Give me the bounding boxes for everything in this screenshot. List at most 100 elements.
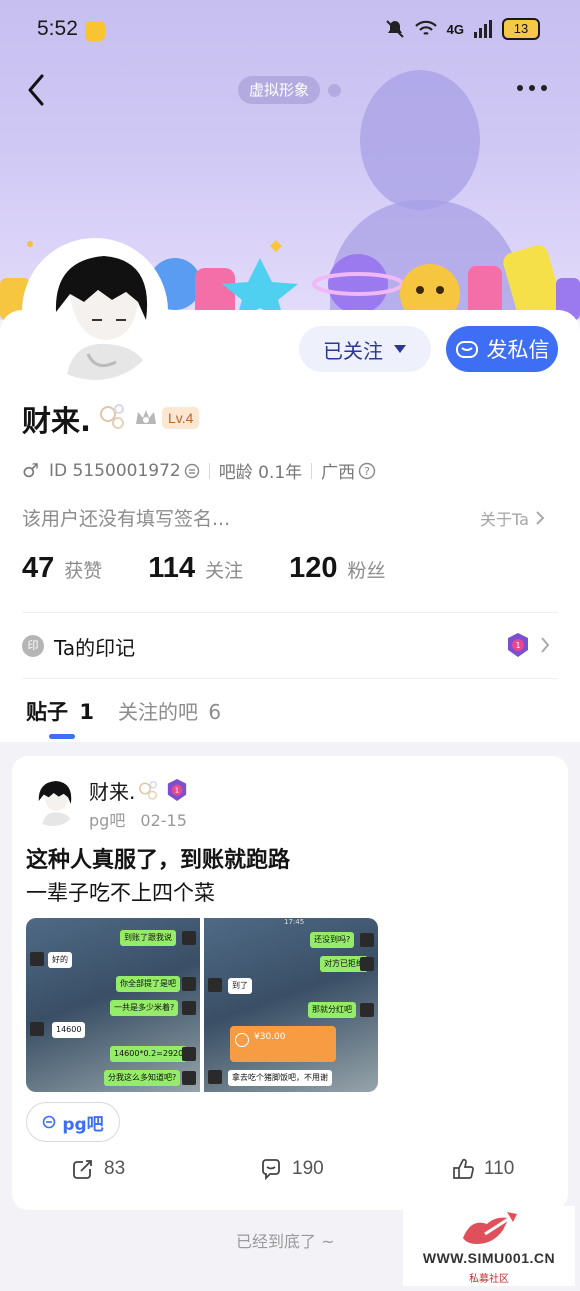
post-title: 这种人真服了，到账就跑路 <box>26 848 291 873</box>
chat-bubble: 拿去吃个猪脚饭吧，不用谢 <box>228 1070 332 1086</box>
watermark-subtitle: 私募社区 <box>469 1274 509 1285</box>
post-source-line: pg吧 02-15 <box>89 807 187 831</box>
tab-posts[interactable]: 贴子 1 <box>26 696 94 726</box>
chat-avatar <box>208 978 222 992</box>
stat-likes-count: 47 <box>22 552 55 584</box>
post-image-1[interactable]: 到账了跟我说 好的 你全部提了是吧 一共是多少米着? 14600 14600*0… <box>26 918 200 1092</box>
stat-likes-label: 获赞 <box>64 560 103 582</box>
virtual-avatar-silhouette-head <box>360 70 480 210</box>
profile-stats: 47 获赞 114 关注 120 粉丝 <box>22 552 432 585</box>
tab-posts-label: 贴子 <box>26 700 68 724</box>
post-author-avatar[interactable] <box>28 776 78 826</box>
stat-following-count: 114 <box>148 552 196 584</box>
chat-bubble: 你全部提了是吧 <box>116 976 180 992</box>
bar-age: 吧龄 0.1年 <box>218 463 303 483</box>
chat-avatar <box>182 1001 196 1015</box>
seal-row[interactable]: 印 Ta的印记 1 <box>22 630 558 662</box>
chat-time: 17:45 <box>284 918 305 926</box>
tab-followed-bars[interactable]: 关注的吧 6 <box>118 696 221 725</box>
wifi-icon <box>414 20 437 35</box>
stat-fans-label: 粉丝 <box>347 560 386 582</box>
status-time: 5:52 <box>37 17 78 40</box>
stat-following[interactable]: 114 关注 <box>148 552 243 585</box>
tab-active-indicator <box>49 734 75 739</box>
watermark: WWW.SIMU001.CN 私募社区 <box>403 1206 575 1286</box>
chevron-right-icon <box>536 511 545 525</box>
comment-action[interactable]: 190 <box>260 1158 324 1180</box>
post-author-name[interactable]: 财来. <box>89 776 135 805</box>
stat-likes[interactable]: 47 获赞 <box>22 552 102 585</box>
battery-indicator: 13 <box>502 18 540 40</box>
bubble-decoration-icon <box>139 781 157 800</box>
more-options-icon[interactable] <box>512 78 552 98</box>
back-chevron-icon[interactable] <box>24 72 54 108</box>
chat-bubble: 14600*0.2=2920 <box>110 1046 188 1062</box>
chat-bubble: 一共是多少米着? <box>110 1000 179 1016</box>
message-icon <box>455 341 478 358</box>
chat-bubble: 那就分红吧 <box>308 1002 356 1018</box>
post-card[interactable]: 财来. 1 pg吧 02-15 这种人真服了，到账就跑路 一辈子吃不上四个菜 到… <box>12 756 568 1210</box>
like-action[interactable]: 110 <box>452 1158 514 1180</box>
followed-button[interactable]: 已关注 <box>299 326 431 372</box>
chat-avatar <box>360 1003 374 1017</box>
svg-text:1: 1 <box>515 641 520 650</box>
send-message-label: 发私信 <box>486 338 550 362</box>
virtual-avatar-dot <box>328 84 341 97</box>
post-image-2[interactable]: 17:45 还没到吗? 对方已拒绝 到了 那就分红吧 ¥30.00 拿去吃个猪脚… <box>204 918 378 1092</box>
gender-icon: ♂ <box>22 459 40 482</box>
notification-app-icon <box>85 21 105 41</box>
bar-chip[interactable]: pg吧 <box>26 1102 120 1142</box>
share-count: 83 <box>104 1158 126 1179</box>
share-icon <box>73 1160 92 1179</box>
stat-fans[interactable]: 120 粉丝 <box>289 552 385 585</box>
about-ta-label: 关于Ta <box>480 510 529 529</box>
watermark-url: WWW.SIMU001.CN <box>422 1250 556 1266</box>
status-bar: 5:52 4G 13 <box>0 0 580 60</box>
about-ta-link[interactable]: 关于Ta <box>480 506 545 530</box>
meta-separator <box>311 462 313 479</box>
seal-icon: 印 <box>22 635 44 657</box>
end-of-list-text: 已经到底了 ~ <box>236 1232 335 1251</box>
post-bar-name: pg吧 <box>89 811 126 830</box>
caret-down-icon <box>394 345 406 353</box>
transfer-card: ¥30.00 <box>230 1026 336 1062</box>
copy-id-icon[interactable] <box>184 463 200 479</box>
chat-bubble: 好的 <box>48 952 72 968</box>
bubble-decoration-icon <box>100 404 124 429</box>
chat-bubble: 还没到吗? <box>310 932 355 948</box>
comment-count: 190 <box>292 1158 324 1179</box>
chat-avatar <box>182 1047 196 1061</box>
anime-avatar-illustration <box>28 776 78 826</box>
chat-bubble: 分我这么多知道吧? <box>104 1070 181 1086</box>
post-date: 02-15 <box>140 811 187 830</box>
user-avatar[interactable] <box>22 238 168 384</box>
chat-avatar <box>182 977 196 991</box>
chat-avatar <box>208 1070 222 1084</box>
like-count: 110 <box>484 1158 515 1179</box>
send-message-button[interactable]: 发私信 <box>446 326 558 372</box>
stat-fans-count: 120 <box>289 552 338 584</box>
level-badge: Lv.4 <box>162 407 200 429</box>
anime-avatar-illustration <box>26 242 164 380</box>
comment-icon <box>262 1159 280 1180</box>
chevron-right-icon <box>541 637 550 653</box>
profile-meta-row: ♂ ID 5150001972 吧龄 0.1年 广西 ? <box>22 458 376 483</box>
followed-label: 已关注 <box>323 338 383 363</box>
meta-separator <box>208 462 210 479</box>
chat-avatar <box>360 957 374 971</box>
user-name: 财来. <box>22 404 92 438</box>
stat-following-label: 关注 <box>205 560 244 582</box>
tab-followed-bars-label: 关注的吧 <box>118 700 198 724</box>
share-action[interactable]: 83 <box>72 1158 125 1180</box>
tab-posts-count: 1 <box>79 700 94 724</box>
svg-text:1: 1 <box>175 786 180 795</box>
thumbs-up-icon <box>453 1158 474 1179</box>
bar-chip-label: pg吧 <box>62 1114 104 1135</box>
virtual-avatar-tag[interactable]: 虚拟形象 <box>238 76 320 104</box>
chat-avatar <box>360 933 374 947</box>
help-circle-icon[interactable]: ? <box>358 462 376 480</box>
tab-followed-bars-count: 6 <box>208 700 222 724</box>
seal-label: Ta的印记 <box>54 636 136 660</box>
chat-avatar <box>182 1071 196 1085</box>
signal-icon <box>474 20 492 38</box>
